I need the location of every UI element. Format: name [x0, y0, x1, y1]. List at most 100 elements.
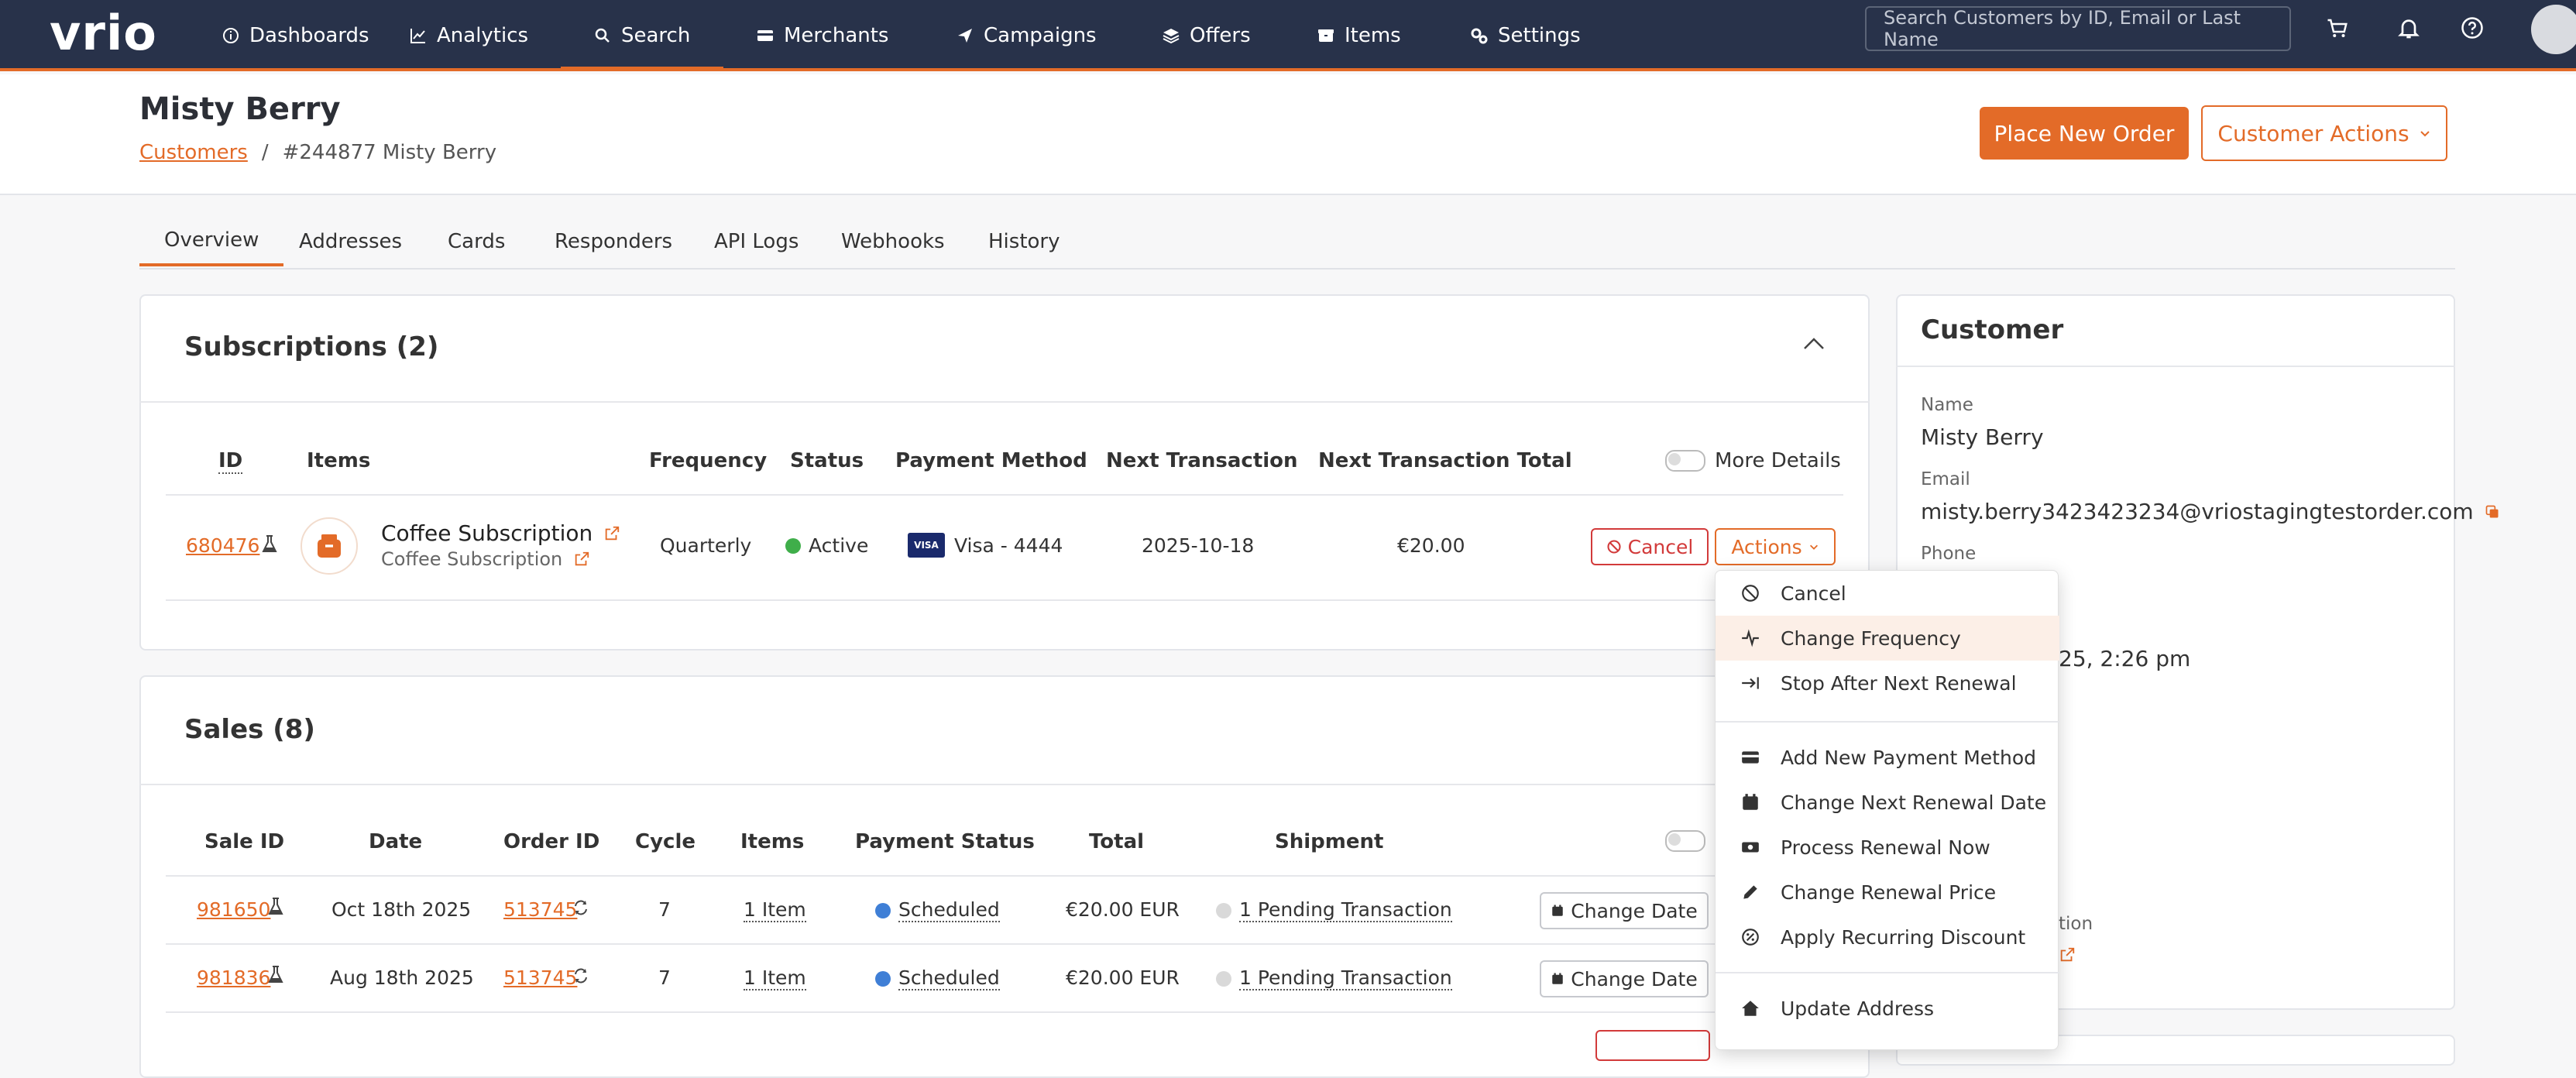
vrio-logo[interactable]: vrio	[50, 5, 157, 61]
nav-dashboards[interactable]: Dashboards	[222, 0, 369, 71]
menu-item-change-renewal-price[interactable]: Change Renewal Price	[1716, 870, 2059, 915]
chevron-down-icon	[2420, 131, 2430, 137]
external-link-icon[interactable]	[573, 551, 590, 568]
menu-item-label: Cancel	[1781, 582, 1846, 605]
tab-addresses[interactable]: Addresses	[299, 217, 402, 266]
menu-item-apply-recurring-discount[interactable]: Apply Recurring Discount	[1716, 915, 2059, 960]
percent-badge-icon	[1742, 929, 1759, 946]
calendar-icon	[1552, 973, 1564, 984]
more-details-toggle[interactable]: More Details	[1665, 449, 1841, 472]
payment-status-text: Scheduled	[898, 898, 1000, 922]
chart-line-icon	[410, 29, 425, 43]
divider	[1896, 366, 2455, 367]
nav-search[interactable]: Search	[593, 0, 690, 71]
menu-item-change-frequency[interactable]: Change Frequency	[1716, 616, 2059, 661]
customer-actions-label: Customer Actions	[2217, 120, 2409, 146]
flask-icon	[268, 965, 283, 988]
sale-id-link[interactable]: 981836	[197, 966, 270, 989]
customer-search-input[interactable]: Search Customers by ID, Email or Last Na…	[1865, 6, 2291, 51]
order-id-link[interactable]: 513745	[503, 898, 577, 921]
item-name[interactable]: Coffee Subscription	[381, 520, 620, 546]
cart-icon[interactable]	[2320, 11, 2354, 45]
change-date-button[interactable]: Change Date	[1540, 960, 1709, 997]
items-count[interactable]: 1 Item	[744, 898, 806, 922]
subscription-id-link[interactable]: 680476	[186, 534, 259, 557]
nav-offers[interactable]: Offers	[1162, 0, 1251, 71]
tab-responders[interactable]: Responders	[555, 217, 672, 266]
customer-actions-button[interactable]: Customer Actions	[2201, 105, 2447, 161]
tab-cards[interactable]: Cards	[448, 217, 505, 266]
more-details-toggle[interactable]	[1665, 830, 1705, 852]
status-badge: Active	[785, 534, 868, 557]
sales-card	[139, 675, 1870, 1078]
tab-api-logs[interactable]: API Logs	[714, 217, 799, 266]
menu-item-label: Change Next Renewal Date	[1781, 791, 2047, 814]
external-link-icon[interactable]	[603, 525, 620, 542]
refund-button-partial[interactable]	[1595, 1030, 1710, 1061]
name-label: Name	[1921, 395, 1973, 415]
place-new-order-button[interactable]: Place New Order	[1980, 107, 2189, 160]
cycle-value: 7	[658, 898, 671, 921]
items-count[interactable]: 1 Item	[744, 966, 806, 990]
menu-item-process-renewal-now[interactable]: Process Renewal Now	[1716, 825, 2059, 870]
menu-item-stop-after-next-renewal[interactable]: Stop After Next Renewal	[1716, 661, 2059, 706]
menu-item-cancel[interactable]: Cancel	[1716, 571, 2059, 616]
toggle-switch[interactable]	[1665, 830, 1705, 852]
copy-icon[interactable]	[2485, 504, 2500, 520]
cancel-label: Cancel	[1627, 535, 1694, 558]
customer-email: misty.berry3423423234@vriostagingtestord…	[1921, 499, 2500, 524]
shipment-status[interactable]: 1 Pending Transaction	[1216, 966, 1452, 990]
tab-history[interactable]: History	[988, 217, 1060, 266]
item-subtitle[interactable]: Coffee Subscription	[381, 548, 590, 570]
help-icon[interactable]	[2455, 11, 2489, 45]
item-subtitle-text: Coffee Subscription	[381, 548, 563, 570]
menu-item-change-renewal-date[interactable]: Change Next Renewal Date	[1716, 780, 2059, 825]
payment-status-text: Scheduled	[898, 966, 1000, 990]
menu-divider	[1716, 972, 2059, 973]
nav-merchants[interactable]: Merchants	[756, 0, 888, 71]
nav-campaigns[interactable]: Campaigns	[956, 0, 1097, 71]
wave-icon	[1742, 629, 1759, 647]
menu-item-label: Update Address	[1781, 997, 1935, 1020]
actions-label: Actions	[1731, 535, 1802, 558]
shipment-status[interactable]: 1 Pending Transaction	[1216, 898, 1452, 922]
bell-icon[interactable]	[2392, 11, 2426, 45]
nav-analytics[interactable]: Analytics	[409, 0, 528, 71]
tab-overview[interactable]: Overview	[139, 217, 284, 266]
status-dot	[1216, 902, 1231, 918]
order-id-link[interactable]: 513745	[503, 966, 577, 989]
visa-card-icon: VISA	[908, 533, 945, 558]
credit-card-icon	[757, 30, 773, 41]
calendar-icon	[1743, 794, 1758, 810]
subscriptions-title: Subscriptions (2)	[184, 331, 439, 362]
menu-item-label: Stop After Next Renewal	[1781, 671, 2017, 695]
collapse-chevron-up-icon[interactable]	[1801, 335, 1826, 356]
menu-item-label: Change Renewal Price	[1781, 881, 1997, 904]
customer-name: Misty Berry	[1921, 424, 2044, 450]
toggle-switch[interactable]	[1665, 450, 1705, 472]
avatar[interactable]	[2531, 5, 2576, 54]
nav-items[interactable]: Items	[1317, 0, 1401, 71]
ban-icon	[1742, 585, 1759, 602]
payment-status-badge: Scheduled	[875, 898, 1000, 922]
status-dot	[875, 970, 891, 987]
table-header-divider	[166, 494, 1843, 496]
col-sale-id: Sale ID	[204, 830, 285, 853]
change-date-button[interactable]: Change Date	[1540, 892, 1709, 929]
sale-total: €20.00 EUR	[1066, 898, 1180, 921]
sale-id-link[interactable]: 981650	[197, 898, 270, 921]
cancel-subscription-button[interactable]: Cancel	[1591, 528, 1709, 565]
breadcrumb-customers-link[interactable]: Customers	[139, 141, 248, 164]
menu-item-add-payment-method[interactable]: Add New Payment Method	[1716, 735, 2059, 780]
recurring-icon	[572, 966, 590, 988]
subscription-actions-button[interactable]: Actions	[1715, 528, 1836, 565]
col-frequency: Frequency	[649, 449, 768, 472]
nav-label: Merchants	[784, 24, 889, 47]
nav-settings[interactable]: Settings	[1470, 0, 1581, 71]
menu-item-update-address[interactable]: Update Address	[1716, 986, 2059, 1031]
tab-webhooks[interactable]: Webhooks	[841, 217, 945, 266]
col-cycle: Cycle	[635, 830, 696, 853]
status-dot	[875, 902, 891, 918]
arrow-to-line-icon	[1742, 677, 1759, 689]
external-link-icon[interactable]	[2059, 946, 2076, 966]
